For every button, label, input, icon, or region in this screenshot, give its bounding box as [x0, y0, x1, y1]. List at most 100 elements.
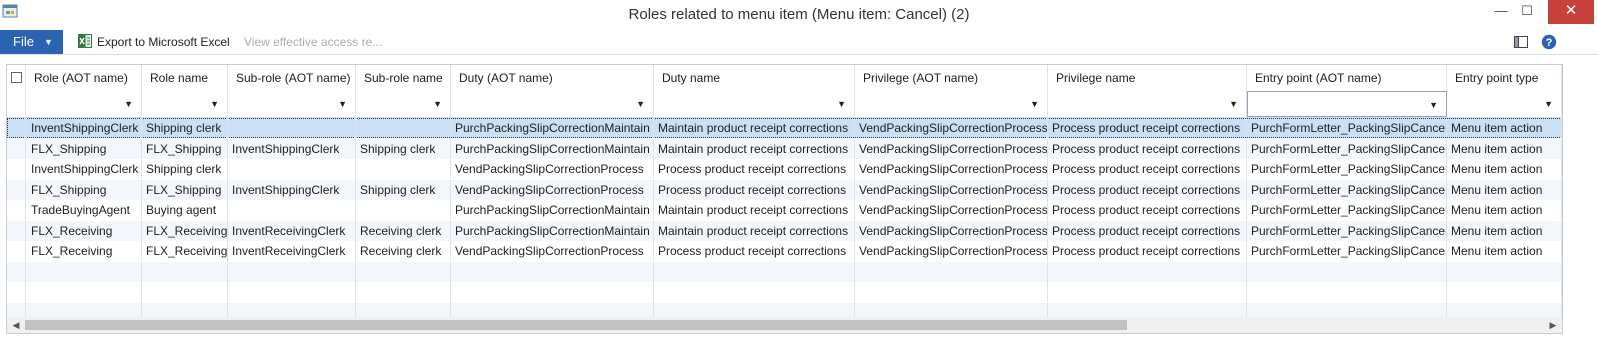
- table-row[interactable]: InventShippingClerk Shipping clerk PurchPa…: [7, 118, 1562, 138]
- table-cell: Buying agent: [142, 200, 228, 220]
- table-cell: Process product receipt corrections: [1048, 138, 1247, 159]
- column-filter-dropdown[interactable]: ▼: [1247, 91, 1447, 117]
- table-cell: Menu item action: [1447, 241, 1562, 261]
- table-cell: [356, 118, 451, 138]
- table-cell: Menu item action: [1447, 159, 1562, 179]
- maximize-button[interactable]: ☐: [1514, 0, 1540, 24]
- column-header[interactable]: Sub-role (AOT name): [228, 65, 356, 91]
- chevron-down-icon[interactable]: ▼: [210, 99, 219, 109]
- table-cell: Shipping clerk: [142, 118, 228, 138]
- chevron-down-icon[interactable]: ▼: [433, 99, 442, 109]
- table-cell: PurchPackingSlipCorrectionMaintain: [451, 200, 654, 220]
- column-filter-dropdown[interactable]: ▼: [1048, 91, 1247, 117]
- chevron-down-icon[interactable]: ▼: [1030, 99, 1039, 109]
- table-cell: PurchPackingSlipCorrectionMaintain: [451, 138, 654, 159]
- excel-icon: [78, 34, 92, 48]
- svg-text:?: ?: [1546, 37, 1553, 49]
- table-cell: Menu item action: [1447, 200, 1562, 220]
- table-cell: Shipping clerk: [356, 179, 451, 200]
- table-cell: Receiving clerk: [356, 241, 451, 261]
- table-cell: [142, 261, 228, 282]
- table-cell: [142, 282, 228, 302]
- column-header[interactable]: Duty (AOT name): [451, 65, 654, 91]
- table-cell: InventReceivingClerk: [228, 220, 356, 241]
- table-cell: [356, 282, 451, 302]
- column-filter-dropdown[interactable]: ▼: [142, 91, 228, 117]
- table-cell: InventShippingClerk: [228, 138, 356, 159]
- table-cell: PurchFormLetter_PackingSlipCancel: [1247, 220, 1447, 241]
- table-cell: PurchFormLetter_PackingSlipCancel: [1247, 159, 1447, 179]
- scrollbar-thumb[interactable]: [25, 320, 1127, 330]
- table-cell: FLX_Receiving: [142, 220, 228, 241]
- table-cell: PurchFormLetter_PackingSlipCancel: [1247, 200, 1447, 220]
- row-marker: [7, 118, 26, 138]
- table-row[interactable]: FLX_Receiving FLX_Receiving InventReceivin…: [7, 241, 1562, 261]
- table-cell: Process product receipt corrections: [654, 159, 855, 179]
- chevron-down-icon[interactable]: ▼: [1544, 99, 1553, 109]
- table-cell: VendPackingSlipCorrectionProcess: [855, 241, 1048, 261]
- table-cell: VendPackingSlipCorrectionProcess: [451, 241, 654, 261]
- table-row[interactable]: InventShippingClerk Shipping clerk VendPac…: [7, 159, 1562, 179]
- table-cell: Maintain product receipt corrections: [654, 138, 855, 159]
- scroll-left-icon[interactable]: ◀: [9, 317, 23, 333]
- close-button[interactable]: ✕: [1548, 0, 1594, 24]
- horizontal-scrollbar[interactable]: ◀ ▶: [7, 317, 1562, 333]
- minimize-button[interactable]: —: [1488, 0, 1514, 24]
- table-cell: Process product receipt corrections: [1048, 118, 1247, 138]
- help-icon[interactable]: ?: [1541, 34, 1557, 50]
- column-header[interactable]: Role (AOT name): [26, 65, 142, 91]
- view-effective-access-button[interactable]: View effective access re...: [244, 33, 382, 51]
- column-header[interactable]: Entry point type: [1447, 65, 1562, 91]
- chevron-down-icon[interactable]: ▼: [338, 99, 347, 109]
- column-filter-dropdown[interactable]: ▼: [356, 91, 451, 117]
- column-filter-dropdown[interactable]: ▼: [26, 91, 142, 117]
- table-cell: [654, 282, 855, 302]
- table-cell: [1247, 261, 1447, 282]
- row-marker: [7, 241, 26, 261]
- table-row[interactable]: TradeBuyingAgent Buying agent PurchPacking…: [7, 200, 1562, 220]
- table-cell: TradeBuyingAgent: [26, 200, 142, 220]
- column-header[interactable]: Entry point (AOT name): [1247, 65, 1447, 91]
- column-filter-dropdown[interactable]: ▼: [654, 91, 855, 117]
- table-cell: [1447, 282, 1562, 302]
- table-cell: PurchFormLetter_PackingSlipCancel: [1247, 138, 1447, 159]
- column-header[interactable]: Privilege (AOT name): [855, 65, 1048, 91]
- table-row[interactable]: FLX_Receiving FLX_Receiving InventReceivin…: [7, 220, 1562, 241]
- table-cell: Shipping clerk: [356, 138, 451, 159]
- column-header[interactable]: Privilege name: [1048, 65, 1247, 91]
- title-bar: Roles related to menu item (Menu item: C…: [0, 0, 1598, 30]
- column-filter-dropdown[interactable]: ▼: [451, 91, 654, 117]
- column-filter-dropdown[interactable]: ▼: [855, 91, 1048, 117]
- row-marker: [7, 159, 26, 179]
- table-cell: VendPackingSlipCorrectionProcess: [855, 200, 1048, 220]
- layout-pane-icon[interactable]: [1513, 34, 1529, 50]
- table-cell: VendPackingSlipCorrectionProcess: [855, 118, 1048, 138]
- select-all-checkbox[interactable]: [11, 72, 22, 83]
- grid-filter-row: ▼ ▼ ▼ ▼ ▼ ▼ ▼ ▼ ▼ ▼: [7, 91, 1562, 118]
- table-cell: PurchPackingSlipCorrectionMaintain: [451, 118, 654, 138]
- chevron-down-icon[interactable]: ▼: [1429, 100, 1438, 110]
- table-cell: InventShippingClerk: [26, 159, 142, 179]
- column-filter-dropdown[interactable]: ▼: [228, 91, 356, 117]
- chevron-down-icon[interactable]: ▼: [1229, 99, 1238, 109]
- table-cell: [26, 282, 142, 302]
- table-cell: FLX_Shipping: [142, 179, 228, 200]
- chevron-down-icon[interactable]: ▼: [837, 99, 846, 109]
- scroll-right-icon[interactable]: ▶: [1546, 317, 1560, 333]
- column-filter-dropdown[interactable]: ▼: [1447, 91, 1562, 117]
- column-header[interactable]: Sub-role name: [356, 65, 451, 91]
- chevron-down-icon[interactable]: ▼: [124, 99, 133, 109]
- table-cell: [228, 261, 356, 282]
- chevron-down-icon[interactable]: ▼: [636, 99, 645, 109]
- column-header[interactable]: Duty name: [654, 65, 855, 91]
- row-marker: [7, 261, 26, 282]
- table-cell: FLX_Shipping: [26, 179, 142, 200]
- table-row[interactable]: FLX_Shipping FLX_Shipping InventShippingCl…: [7, 138, 1562, 159]
- column-header[interactable]: Role name: [142, 65, 228, 91]
- table-row[interactable]: FLX_Shipping FLX_Shipping InventShippingCl…: [7, 179, 1562, 200]
- table-cell: FLX_Shipping: [26, 138, 142, 159]
- row-marker: [7, 282, 26, 302]
- file-menu-button[interactable]: File ▼: [0, 30, 63, 54]
- table-cell: Shipping clerk: [142, 159, 228, 179]
- table-cell: [228, 118, 356, 138]
